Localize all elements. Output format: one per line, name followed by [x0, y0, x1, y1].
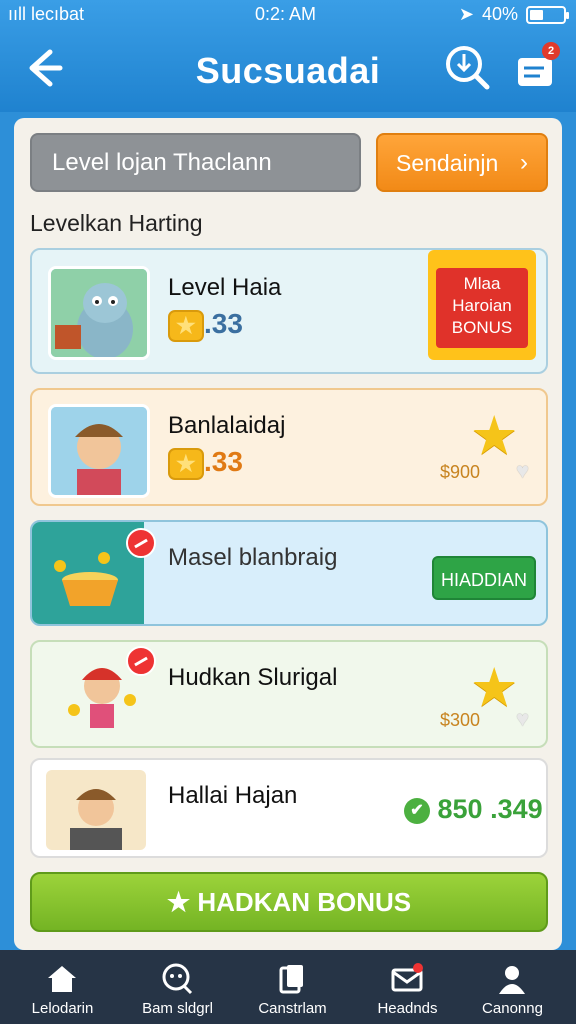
list-item[interactable]: Level Haia .33 Mlaa Haroian BONUS: [30, 248, 548, 374]
tab-label: Lelodarin: [31, 1000, 94, 1017]
bonus-tag-line: Haroian: [452, 296, 512, 315]
list-item[interactable]: Hallai Hajan ✔ 850 .349: [30, 758, 548, 858]
amount-value: 850 .349: [437, 794, 543, 824]
tab-cards[interactable]: Canstrlam: [235, 950, 350, 1024]
creature-thumbnail: [48, 266, 150, 360]
item-price: $300: [440, 710, 481, 730]
heart-icon[interactable]: ♥: [516, 458, 529, 484]
amount-value: .33: [204, 308, 243, 339]
level-field[interactable]: Level lojan Thaclann: [30, 133, 361, 192]
status-icons: ➤ 40%: [458, 4, 569, 25]
battery-percent: 40%: [481, 4, 518, 24]
item-name: Hudkan Slurigal: [168, 664, 338, 691]
app-bar: ııll lecıbat 0:2: AM ➤ 40% Sucsuadai 2: [0, 0, 576, 112]
list-item[interactable]: Hudkan Slurigal ★ $300 ♥: [30, 640, 548, 748]
amount-value: .33: [204, 446, 243, 477]
chevron-right-icon: ›: [520, 149, 528, 176]
section-title: Levelkan Harting: [30, 210, 203, 236]
tab-label: Headnds: [377, 1000, 438, 1017]
item-name: Banlalaidaj: [168, 412, 286, 439]
claim-button[interactable]: HIADDIAN: [432, 556, 536, 600]
bonus-tag-line: BONUS: [451, 318, 513, 337]
notification-badge: 2: [542, 42, 560, 60]
item-amount: .33: [168, 308, 243, 342]
item-price: $900: [440, 462, 481, 482]
bonus-button-label: HADKAN BONUS: [197, 887, 412, 917]
mail-icon: [391, 963, 423, 992]
tab-chat[interactable]: Bam sldgrl: [120, 950, 235, 1024]
star-icon: ★: [470, 406, 519, 466]
avatar-thumbnail: [48, 404, 150, 498]
send-button[interactable]: Sendainjn ›: [376, 133, 548, 192]
new-badge-icon: [126, 646, 156, 676]
avatar-thumbnail: [46, 770, 146, 850]
coin-icon: [168, 447, 204, 480]
battery-fill: [530, 9, 543, 20]
home-icon: [48, 966, 76, 992]
tab-profile[interactable]: Canonng: [455, 950, 570, 1024]
bonus-button[interactable]: ★ HADKAN BONUS: [30, 872, 548, 932]
tab-label: Canstrlam: [258, 1000, 327, 1017]
clock: 0:2: AM: [255, 4, 317, 24]
heart-icon[interactable]: ♥: [516, 706, 529, 732]
tab-label: Canonng: [482, 1000, 543, 1017]
check-icon: ✔: [404, 797, 430, 824]
search-icon[interactable]: [444, 44, 490, 90]
status-bar: ııll lecıbat 0:2: AM ➤ 40%: [0, 4, 576, 26]
tab-label: Bam sldgrl: [142, 1000, 213, 1017]
list-item[interactable]: Masel blanbraig HIADDIAN: [30, 520, 548, 626]
profile-icon: [499, 966, 525, 994]
carrier-label: ııll lecıbat: [8, 4, 85, 24]
battery-icon: [526, 5, 569, 24]
item-name: Masel blanbraig: [168, 544, 338, 571]
item-amount: .33: [168, 446, 243, 480]
star-icon: ★: [166, 887, 191, 917]
bonus-tag-text: Mlaa Haroian BONUS: [436, 268, 528, 348]
coin-icon: [168, 309, 204, 342]
tab-home[interactable]: Lelodarin: [5, 950, 120, 1024]
cards-icon: [279, 965, 303, 994]
send-button-label: Sendainjn: [396, 150, 499, 176]
inbox-button[interactable]: 2: [514, 42, 560, 92]
chat-icon: [162, 963, 193, 995]
location-icon: ➤: [458, 4, 474, 24]
tab-mail[interactable]: Headnds: [350, 950, 465, 1024]
item-amount: ✔ 850 .349: [404, 794, 543, 825]
list-item[interactable]: Banlalaidaj .33 ★ $900 ♥: [30, 388, 548, 506]
item-name: Hallai Hajan: [168, 782, 298, 809]
bonus-tag[interactable]: Mlaa Haroian BONUS: [428, 250, 536, 360]
bonus-tag-line: Mlaa: [463, 274, 501, 293]
tab-bar: Lelodarin Bam sldgrl Canstrlam Headnds C…: [0, 950, 576, 1024]
item-name: Level Haia: [168, 274, 282, 301]
new-badge-icon: [126, 528, 156, 558]
